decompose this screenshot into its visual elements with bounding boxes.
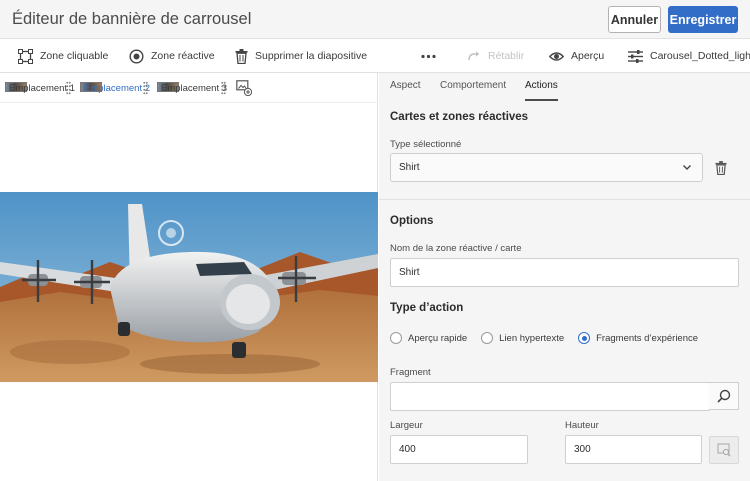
panel-tabs: Aspect Comportement Actions — [379, 73, 750, 101]
save-button[interactable]: Enregistrer — [668, 6, 738, 33]
radio-hyperlink[interactable] — [481, 332, 494, 344]
hotspot-marker[interactable] — [158, 220, 184, 246]
selected-type-value: Shirt — [399, 162, 420, 173]
hyperlink-label: Lien hypertexte — [499, 332, 565, 344]
delete-slide-label: Supprimer la diapositive — [255, 50, 368, 62]
options-section-title: Options — [390, 215, 434, 227]
slide-image[interactable] — [0, 192, 378, 382]
hotspot-name-value: Shirt — [399, 267, 420, 278]
quick-view-label: Aperçu rapide — [408, 332, 468, 344]
chevron-down-icon — [683, 165, 691, 170]
radio-quick-view[interactable] — [390, 332, 402, 344]
hotspot-label: Zone réactive — [151, 50, 215, 62]
preview-button[interactable]: Aperçu — [549, 39, 604, 73]
app-title: Éditeur de bannière de carrousel — [12, 10, 252, 28]
eye-icon — [549, 51, 564, 61]
tab-appearance[interactable]: Aspect — [390, 80, 421, 91]
width-value: 400 — [399, 444, 416, 455]
slide-label: Emplacement 2 — [84, 82, 151, 94]
trash-icon — [235, 48, 248, 64]
delete-hotspot-icon[interactable] — [715, 161, 727, 175]
clickable-zone-button[interactable]: Zone cliquable — [18, 39, 108, 73]
fragment-browse-button[interactable] — [709, 382, 739, 410]
height-input[interactable]: 300 — [565, 435, 702, 464]
add-slide-icon[interactable] — [236, 80, 252, 96]
cancel-button[interactable]: Annuler — [608, 6, 661, 33]
selected-type-select[interactable]: Shirt — [390, 153, 703, 182]
redo-button[interactable]: Rétablir — [467, 39, 524, 73]
sliders-icon — [628, 49, 643, 63]
preset-label: Carousel_Dotted_light — [650, 50, 750, 62]
hotspot-name-input[interactable]: Shirt — [390, 258, 739, 287]
fragment-label: Fragment — [390, 367, 431, 378]
fragment-preview-button[interactable] — [709, 436, 739, 464]
editor-toolbar: Zone cliquable Zone réactive Supprimer l… — [0, 39, 750, 73]
experience-fragments-label: Fragments d’expérience — [596, 332, 699, 344]
fragment-input[interactable] — [390, 382, 710, 411]
width-input[interactable]: 400 — [390, 435, 528, 464]
height-label: Hauteur — [565, 420, 599, 431]
clickable-zone-icon — [18, 48, 33, 64]
slide-tab-1[interactable]: Emplacement 1 — [5, 73, 75, 103]
tab-actions[interactable]: Actions — [525, 80, 558, 101]
search-icon — [716, 389, 730, 403]
action-type-group: Aperçu rapide Lien hypertexte Fragments … — [390, 331, 712, 345]
section-divider — [379, 199, 750, 200]
preview-crop-icon — [717, 443, 731, 457]
width-label: Largeur — [390, 420, 423, 431]
action-type-title: Type d’action — [390, 302, 464, 314]
selected-type-label: Type sélectionné — [390, 139, 462, 150]
canvas-area: Emplacement 1 Emplacement 2 Emplacement … — [0, 73, 378, 481]
drag-handle-icon[interactable] — [143, 81, 148, 95]
maps-section-title: Cartes et zones réactives — [390, 111, 529, 123]
properties-panel: Aspect Comportement Actions Cartes et zo… — [379, 73, 750, 481]
more-button[interactable] — [421, 39, 443, 73]
slide-label: Emplacement 3 — [161, 82, 228, 94]
redo-icon — [468, 51, 480, 61]
height-value: 300 — [574, 444, 591, 455]
preview-label: Aperçu — [571, 50, 605, 62]
redo-label: Rétablir — [488, 50, 525, 62]
tab-behavior[interactable]: Comportement — [440, 80, 506, 91]
delete-slide-button[interactable]: Supprimer la diapositive — [235, 39, 367, 73]
preset-selector[interactable]: Carousel_Dotted_light — [628, 39, 750, 73]
hotspot-icon — [129, 48, 144, 64]
slide-tab-3[interactable]: Emplacement 3 — [157, 73, 227, 103]
airplane-desert-image — [0, 192, 378, 382]
hotspot-button[interactable]: Zone réactive — [129, 39, 215, 73]
hotspot-name-label: Nom de la zone réactive / carte — [390, 243, 522, 254]
drag-handle-icon[interactable] — [66, 81, 71, 95]
slide-tab-2[interactable]: Emplacement 2 — [80, 73, 150, 103]
app-header: Éditeur de bannière de carrousel Annuler… — [0, 0, 750, 39]
drag-handle-icon[interactable] — [221, 81, 226, 95]
slide-tabs: Emplacement 1 Emplacement 2 Emplacement … — [0, 73, 378, 103]
clickable-zone-label: Zone cliquable — [40, 50, 109, 62]
radio-experience-fragments[interactable] — [578, 332, 591, 344]
more-icon — [421, 54, 436, 58]
